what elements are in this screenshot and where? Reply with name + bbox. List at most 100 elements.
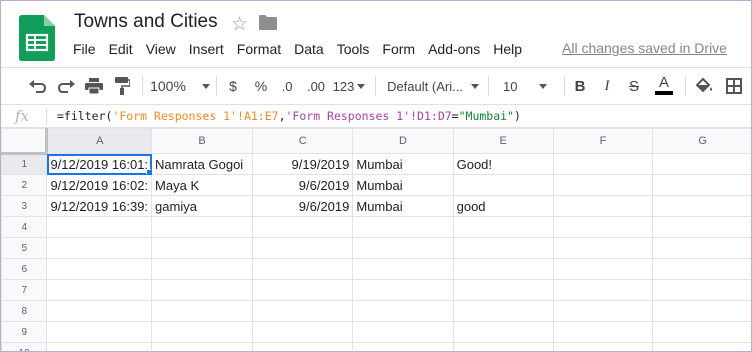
strikethrough-button[interactable]: S <box>624 68 644 104</box>
cell-d[interactable] <box>352 279 454 301</box>
cell-f[interactable] <box>552 174 654 196</box>
row-header[interactable]: 5 <box>1 237 48 259</box>
cell-e[interactable] <box>452 174 554 196</box>
more-formats-dropdown[interactable]: 123 <box>331 68 367 104</box>
cell-c[interactable] <box>251 258 354 280</box>
cell-d[interactable]: Mumbai <box>352 153 454 175</box>
cell-g[interactable] <box>652 153 751 175</box>
cell-c[interactable] <box>251 321 354 343</box>
cell-g[interactable] <box>652 279 751 301</box>
increase-decimals-button[interactable]: .00 <box>303 68 329 104</box>
borders-icon[interactable] <box>723 68 745 104</box>
cell-a[interactable] <box>46 237 153 259</box>
cell-c[interactable] <box>251 237 354 259</box>
cell-f[interactable] <box>552 153 654 175</box>
cell-c[interactable] <box>251 342 354 351</box>
cell-a[interactable] <box>46 258 153 280</box>
cell-d[interactable]: Mumbai <box>352 195 454 217</box>
redo-icon[interactable] <box>53 68 79 104</box>
font-size-dropdown[interactable]: 10 <box>497 68 557 104</box>
menu-data[interactable]: Data <box>294 41 324 57</box>
row-header[interactable]: 3 <box>1 195 48 217</box>
row-header[interactable]: 6 <box>1 258 48 280</box>
cell-f[interactable] <box>552 258 654 280</box>
cell-e[interactable] <box>452 216 554 238</box>
menu-view[interactable]: View <box>146 41 176 57</box>
row-header[interactable]: 9 <box>1 321 48 343</box>
cell-g[interactable] <box>652 174 751 196</box>
decrease-decimals-button[interactable]: .0 <box>275 68 299 104</box>
cell-d[interactable] <box>352 237 454 259</box>
cell-a[interactable] <box>46 279 153 301</box>
column-header[interactable]: D <box>352 128 454 154</box>
fill-handle[interactable] <box>146 169 151 174</box>
cell-d[interactable] <box>352 342 454 351</box>
cell-c[interactable]: 9/19/2019 <box>251 153 354 175</box>
cell-a[interactable]: 9/12/2019 16:01: <box>46 153 153 175</box>
menu-tools[interactable]: Tools <box>337 41 370 57</box>
save-status-link[interactable]: All changes saved in Drive <box>562 40 727 56</box>
text-color-button[interactable]: A <box>653 68 675 104</box>
cell-f[interactable] <box>552 216 654 238</box>
cell-f[interactable] <box>552 300 654 322</box>
menu-file[interactable]: File <box>73 41 96 57</box>
cell-f[interactable] <box>552 279 654 301</box>
cell-g[interactable] <box>652 342 751 351</box>
cell-e[interactable] <box>452 279 554 301</box>
column-header[interactable]: C <box>251 128 354 154</box>
cell-f[interactable] <box>552 321 654 343</box>
cell-g[interactable] <box>652 195 751 217</box>
cell-a[interactable]: 9/12/2019 16:02: <box>46 174 153 196</box>
cell-b[interactable]: gamiya <box>151 195 253 217</box>
cell-e[interactable] <box>452 237 554 259</box>
cell-g[interactable] <box>652 237 751 259</box>
cell-e[interactable] <box>452 300 554 322</box>
cell-c[interactable]: 9/6/2019 <box>251 195 354 217</box>
star-icon[interactable]: ☆ <box>231 13 248 36</box>
cell-g[interactable] <box>652 321 751 343</box>
column-header[interactable]: B <box>151 128 253 154</box>
cell-c[interactable]: 9/6/2019 <box>251 174 354 196</box>
row-header[interactable]: 8 <box>1 300 48 322</box>
cell-b[interactable] <box>151 300 253 322</box>
cell-b[interactable]: Maya K <box>151 174 253 196</box>
menu-addons[interactable]: Add-ons <box>428 41 480 57</box>
paint-format-icon[interactable] <box>109 68 135 104</box>
zoom-dropdown[interactable]: 100% <box>149 68 211 104</box>
menu-form[interactable]: Form <box>382 41 415 57</box>
cell-e[interactable] <box>452 342 554 351</box>
italic-button[interactable]: I <box>597 68 617 104</box>
menu-edit[interactable]: Edit <box>109 41 133 57</box>
folder-icon[interactable] <box>259 14 277 30</box>
cell-e[interactable] <box>452 258 554 280</box>
cell-e[interactable]: good <box>452 195 554 217</box>
cell-f[interactable] <box>552 195 654 217</box>
document-title[interactable]: Towns and Cities <box>74 11 218 33</box>
cell-d[interactable] <box>352 321 454 343</box>
cell-b[interactable] <box>151 321 253 343</box>
cell-f[interactable] <box>552 342 654 351</box>
cell-a[interactable] <box>46 342 153 351</box>
cell-b[interactable] <box>151 258 253 280</box>
formula-input[interactable]: =filter('Form Responses 1'!A1:E7,'Form R… <box>57 109 521 123</box>
fill-color-icon[interactable] <box>693 68 717 104</box>
column-header[interactable]: E <box>452 128 554 154</box>
row-header[interactable]: 4 <box>1 216 48 238</box>
currency-format-button[interactable]: $ <box>222 68 244 104</box>
print-icon[interactable] <box>81 68 107 104</box>
row-header[interactable]: 10 <box>1 342 48 351</box>
cell-b[interactable] <box>151 342 253 351</box>
bold-button[interactable]: B <box>570 68 590 104</box>
cell-f[interactable] <box>552 237 654 259</box>
cell-c[interactable] <box>251 216 354 238</box>
select-all-corner[interactable] <box>1 128 49 155</box>
menu-format[interactable]: Format <box>237 41 281 57</box>
cell-b[interactable] <box>151 216 253 238</box>
undo-icon[interactable] <box>25 68 51 104</box>
cell-d[interactable] <box>352 216 454 238</box>
sheets-logo-icon[interactable] <box>19 15 55 61</box>
font-family-dropdown[interactable]: Default (Ari... <box>383 68 483 104</box>
column-header[interactable]: G <box>652 128 751 154</box>
cell-c[interactable] <box>251 279 354 301</box>
cell-a[interactable] <box>46 216 153 238</box>
